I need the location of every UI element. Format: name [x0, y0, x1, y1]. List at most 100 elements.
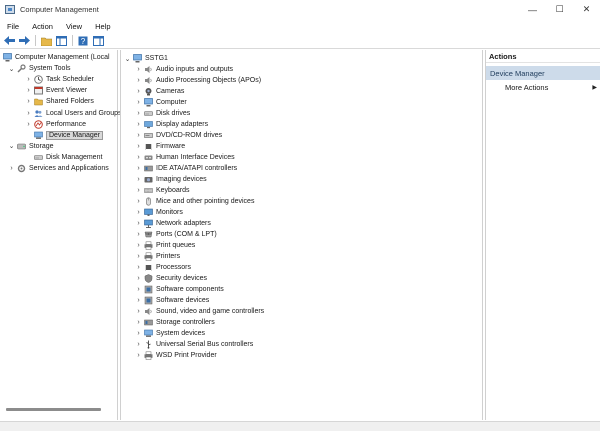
menu-help[interactable]: Help	[88, 22, 116, 31]
device-category-imaging-devices[interactable]: › Imaging devices	[135, 174, 206, 185]
device-category-printers[interactable]: › Printers	[135, 251, 180, 262]
device-category-cameras[interactable]: › Cameras	[135, 86, 184, 97]
device-category-system-devices[interactable]: › System devices	[135, 328, 205, 339]
chevron-right-icon[interactable]: ›	[135, 143, 142, 150]
chevron-right-icon[interactable]: ›	[135, 154, 142, 161]
device-category-disk-drives[interactable]: › Disk drives	[135, 108, 190, 119]
back-button[interactable]	[3, 35, 15, 47]
actions-section-device-manager[interactable]: Device Manager	[486, 66, 600, 80]
chevron-right-icon[interactable]: ›	[135, 88, 142, 95]
device-category-human-interface-devices[interactable]: › Human Interface Devices	[135, 152, 234, 163]
chevron-down-icon[interactable]: ⌄	[124, 55, 131, 63]
chevron-right-icon[interactable]: ›	[25, 87, 32, 94]
chevron-right-icon[interactable]: ›	[8, 165, 15, 172]
device-category-dvd-cd-rom-drives[interactable]: › DVD/CD-ROM drives	[135, 130, 222, 141]
device-category-network-adapters[interactable]: › Network adapters	[135, 218, 211, 229]
tree-item-device-manager[interactable]: Device Manager	[25, 130, 103, 141]
device-category-audio-inputs-and-outputs[interactable]: › Audio inputs and outputs	[135, 64, 233, 75]
device-category-universal-serial-bus-controllers[interactable]: › Universal Serial Bus controllers	[135, 339, 253, 350]
tree-item-performance[interactable]: › Performance	[25, 119, 86, 130]
chevron-right-icon[interactable]: ›	[135, 187, 142, 194]
chevron-right-icon[interactable]: ›	[25, 76, 32, 83]
more-actions-item[interactable]: More Actions ▶	[505, 82, 597, 93]
device-category-display-adapters[interactable]: › Display adapters	[135, 119, 208, 130]
tree-item-disk-management[interactable]: Disk Management	[25, 152, 102, 163]
chevron-right-icon[interactable]: ›	[25, 98, 32, 105]
device-category-label: Print queues	[156, 242, 196, 249]
tree-item-task-scheduler[interactable]: › Task Scheduler	[25, 74, 94, 85]
chevron-right-icon[interactable]: ›	[135, 297, 142, 304]
chevron-right-icon[interactable]: ›	[135, 121, 142, 128]
device-category-ports-com-lpt[interactable]: › Ports (COM & LPT)	[135, 229, 216, 240]
show-hide-console-tree-button[interactable]	[55, 35, 67, 47]
device-category-storage-controllers[interactable]: › Storage controllers	[135, 317, 214, 328]
chevron-right-icon[interactable]: ›	[135, 77, 142, 84]
device-category-processors[interactable]: › Processors	[135, 262, 191, 273]
device-category-label: Display adapters	[156, 121, 209, 128]
tree-item-computer-management-local[interactable]: Computer Management (Local	[3, 52, 110, 63]
chevron-right-icon[interactable]: ›	[135, 66, 142, 73]
minimize-button[interactable]: —	[519, 0, 546, 19]
device-category-wsd-print-provider[interactable]: › WSD Print Provider	[135, 350, 217, 361]
device-category-firmware[interactable]: › Firmware	[135, 141, 185, 152]
chevron-right-icon[interactable]: ›	[135, 176, 142, 183]
device-category-computer[interactable]: › Computer	[135, 97, 187, 108]
chevron-right-icon[interactable]: ›	[25, 110, 32, 117]
up-one-level-button[interactable]	[40, 35, 52, 47]
chevron-right-icon[interactable]: ›	[135, 165, 142, 172]
show-hide-action-pane-button[interactable]	[92, 35, 104, 47]
console-tree-pane: Computer Management (Local ⌄ System Tools ›…	[0, 50, 121, 420]
chevron-right-icon[interactable]: ›	[135, 242, 142, 249]
chevron-right-icon[interactable]: ›	[135, 319, 142, 326]
chevron-right-icon[interactable]: ›	[135, 220, 142, 227]
tree-item-label: Device Manager	[46, 130, 103, 140]
tree-item-system-tools[interactable]: ⌄ System Tools	[8, 63, 71, 74]
chevron-right-icon[interactable]: ›	[135, 253, 142, 260]
chevron-right-icon[interactable]: ›	[135, 275, 142, 282]
chevron-right-icon[interactable]: ›	[135, 341, 142, 348]
chevron-right-icon[interactable]: ›	[135, 352, 142, 359]
device-category-audio-processing-objects-apos[interactable]: › Audio Processing Objects (APOs)	[135, 75, 261, 86]
chevron-right-icon[interactable]: ›	[25, 121, 32, 128]
chevron-right-icon[interactable]: ›	[135, 286, 142, 293]
horizontal-scrollbar[interactable]	[6, 408, 101, 411]
tree-item-services-and-applications[interactable]: › Services and Applications	[8, 163, 109, 174]
chevron-right-icon[interactable]: ›	[135, 132, 142, 139]
maximize-button[interactable]: ☐	[546, 0, 573, 19]
chevron-right-icon[interactable]: ›	[135, 99, 142, 106]
menu-action[interactable]: Action	[25, 22, 59, 31]
help-button[interactable]: ?	[77, 35, 89, 47]
display-icon	[144, 120, 153, 129]
device-category-software-components[interactable]: › Software components	[135, 284, 224, 295]
menu-file[interactable]: File	[0, 22, 25, 31]
tree-item-event-viewer[interactable]: › Event Viewer	[25, 85, 87, 96]
device-category-print-queues[interactable]: › Print queues	[135, 240, 195, 251]
forward-button[interactable]	[18, 35, 30, 47]
device-category-ide-ata-atapi-controllers[interactable]: › IDE ATA/ATAPI controllers	[135, 163, 237, 174]
chevron-right-icon[interactable]: ›	[135, 330, 142, 337]
monitor-icon	[144, 208, 153, 217]
device-category-keyboards[interactable]: › Keyboards	[135, 185, 189, 196]
tree-item-shared-folders[interactable]: › Shared Folders	[25, 96, 94, 107]
dvd-icon	[144, 131, 153, 140]
chevron-right-icon[interactable]: ›	[135, 110, 142, 117]
chevron-right-icon[interactable]: ›	[135, 231, 142, 238]
device-tree-root[interactable]: ⌄ SSTG1	[124, 53, 168, 64]
device-category-software-devices[interactable]: › Software devices	[135, 295, 209, 306]
chevron-down-icon[interactable]: ⌄	[8, 65, 15, 73]
menu-view[interactable]: View	[59, 22, 88, 31]
chevron-down-icon[interactable]: ⌄	[8, 143, 15, 150]
device-category-security-devices[interactable]: › Security devices	[135, 273, 207, 284]
chevron-right-icon[interactable]: ›	[135, 198, 142, 205]
device-category-sound-video-and-game-controllers[interactable]: › Sound, video and game controllers	[135, 306, 264, 317]
tree-item-storage[interactable]: ⌄ Storage	[8, 141, 54, 152]
tree-item-label: Services and Applications	[29, 165, 109, 172]
device-category-monitors[interactable]: › Monitors	[135, 207, 183, 218]
chevron-right-icon[interactable]: ›	[135, 209, 142, 216]
close-button[interactable]: ✕	[573, 0, 600, 19]
tree-item-local-users-and-groups[interactable]: › Local Users and Groups	[25, 108, 121, 119]
chevron-right-icon[interactable]: ›	[135, 264, 142, 271]
device-category-label: Sound, video and game controllers	[156, 308, 265, 315]
chevron-right-icon[interactable]: ›	[135, 308, 142, 315]
device-category-mice-and-other-pointing-devices[interactable]: › Mice and other pointing devices	[135, 196, 254, 207]
